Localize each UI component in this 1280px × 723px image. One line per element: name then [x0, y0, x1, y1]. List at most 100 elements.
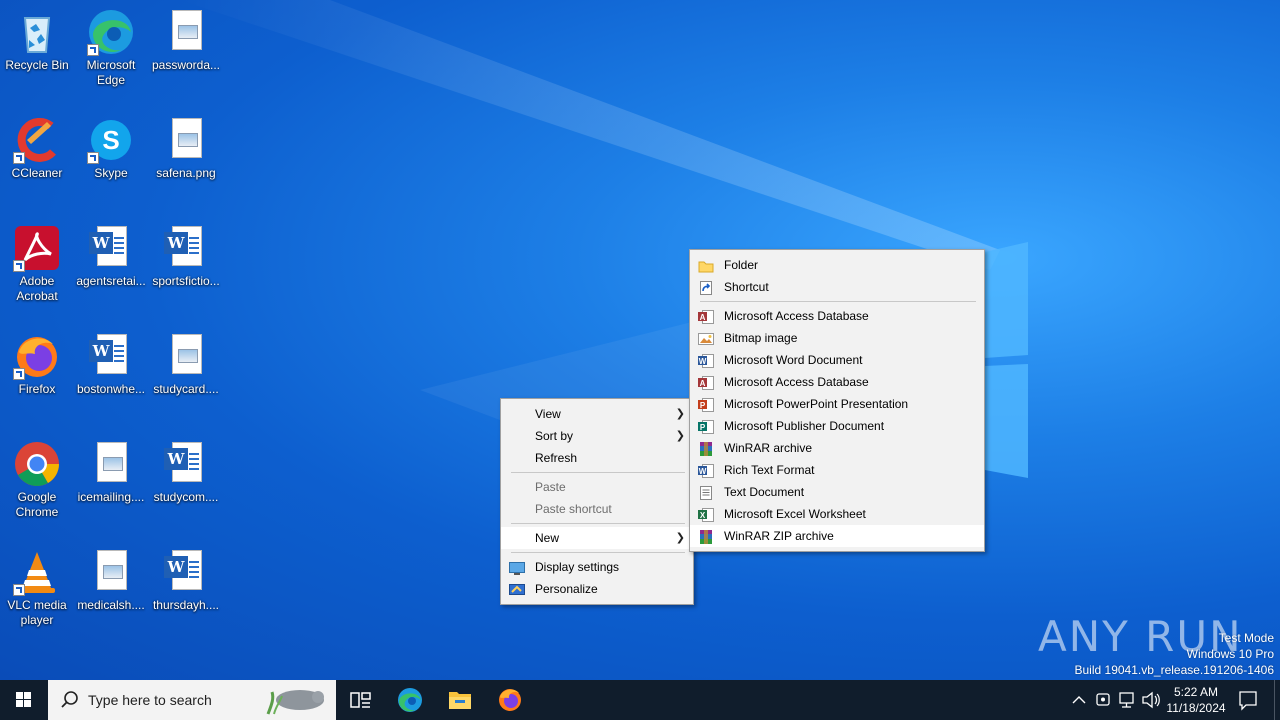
edge-icon [87, 8, 135, 56]
desktop-icon-label: VLC media player [7, 598, 67, 627]
desktop-icon-thursdayh[interactable]: W thursdayh.... [149, 542, 223, 613]
search-highlight-manatee-icon [266, 690, 324, 715]
taskbar-edge-button[interactable] [386, 680, 434, 720]
notifications-icon [1239, 691, 1257, 711]
watermark-build: Build 19041.vb_release.191206-1406 [1074, 663, 1275, 677]
menu-item-label: Paste shortcut [535, 502, 612, 516]
desktop-icon-bostonwhe[interactable]: W bostonwhe... [74, 326, 148, 397]
word-doc-icon: W [87, 224, 135, 272]
menu-item-label: Paste [535, 480, 566, 494]
desktop-icon-label: bostonwhe... [76, 382, 146, 396]
desktop-icon-ccleaner[interactable]: CCleaner [0, 110, 74, 181]
new-submenu: Folder Shortcut A Microsoft Access Datab… [689, 249, 985, 552]
svg-text:P: P [700, 401, 706, 410]
submenu-item-folder[interactable]: Folder [690, 254, 984, 276]
menu-item-label: New [535, 531, 560, 545]
desktop-icon-label: studycom.... [153, 490, 219, 504]
word-doc-icon: W [87, 332, 135, 380]
submenu-item-publisher-document[interactable]: P Microsoft Publisher Document [690, 415, 984, 437]
desktop-icon-firefox[interactable]: Firefox [0, 326, 74, 397]
desktop-icon-label: medicalsh.... [77, 598, 145, 612]
desktop-icon-label: safena.png [156, 166, 216, 180]
desktop-icon-google-chrome[interactable]: Google Chrome [0, 434, 74, 520]
access-icon: A [698, 309, 714, 324]
search-icon [61, 691, 78, 708]
menu-item-view[interactable]: View ❯ [501, 403, 693, 425]
submenu-item-access-database-2[interactable]: A Microsoft Access Database [690, 371, 984, 393]
menu-item-paste-shortcut[interactable]: Paste shortcut [501, 498, 693, 520]
task-view-button[interactable] [336, 680, 384, 720]
submenu-item-shortcut[interactable]: Shortcut [690, 276, 984, 298]
submenu-item-powerpoint-presentation[interactable]: P Microsoft PowerPoint Presentation [690, 393, 984, 415]
tray-network-button[interactable] [1116, 680, 1138, 720]
start-button[interactable] [0, 680, 48, 720]
taskbar-file-explorer-button[interactable] [436, 680, 484, 720]
submenu-item-excel-worksheet[interactable]: X Microsoft Excel Worksheet [690, 503, 984, 525]
taskbar-clock[interactable]: 5:22 AM 11/18/2024 [1164, 680, 1228, 720]
menu-item-new[interactable]: New ❯ [501, 527, 693, 549]
publisher-icon: P [698, 419, 714, 434]
desktop-icon-microsoft-edge[interactable]: Microsoft Edge [74, 2, 148, 88]
desktop-icon-label: icemailing.... [77, 490, 145, 504]
menu-item-label: Display settings [535, 560, 620, 574]
desktop-icon-vlc-media-player[interactable]: VLC media player [0, 542, 74, 628]
desktop-icon-label: Microsoft Edge [86, 58, 136, 87]
access-icon: A [698, 375, 714, 390]
shortcut-arrow-icon [87, 44, 99, 56]
show-desktop-button[interactable] [1274, 680, 1280, 720]
action-center-button[interactable] [1232, 680, 1264, 720]
image-file-icon [162, 116, 210, 164]
submenu-item-winrar-zip-archive[interactable]: WinRAR ZIP archive [690, 525, 984, 547]
desktop-icon-studycom[interactable]: W studycom.... [149, 434, 223, 505]
desktop-icon-safena[interactable]: safena.png [149, 110, 223, 181]
submenu-item-word-document[interactable]: W Microsoft Word Document [690, 349, 984, 371]
submenu-item-bitmap-image[interactable]: Bitmap image [690, 327, 984, 349]
word-icon: W [698, 353, 714, 368]
desktop-icon-agentsretai[interactable]: W agentsretai... [74, 218, 148, 289]
menu-item-display-settings[interactable]: Display settings [501, 556, 693, 578]
clock-date: 11/18/2024 [1166, 701, 1226, 715]
submenu-item-text-document[interactable]: Text Document [690, 481, 984, 503]
desktop-icon-passworda[interactable]: passworda... [149, 2, 223, 73]
submenu-item-rich-text-format[interactable]: W Rich Text Format [690, 459, 984, 481]
submenu-item-access-database[interactable]: A Microsoft Access Database [690, 305, 984, 327]
watermark-test-mode: Test Mode [1218, 631, 1274, 645]
taskbar-search-box[interactable]: Type here to search [48, 680, 336, 720]
menu-item-sort-by[interactable]: Sort by ❯ [501, 425, 693, 447]
vlc-icon [13, 548, 61, 596]
desktop-icon-sportsfictio[interactable]: W sportsfictio... [149, 218, 223, 289]
word-doc-icon: W [162, 548, 210, 596]
menu-item-personalize[interactable]: Personalize [501, 578, 693, 600]
chevron-right-icon: ❯ [675, 408, 685, 420]
desktop-icon-label: Google Chrome [15, 490, 59, 519]
submenu-item-label: Microsoft Word Document [724, 353, 863, 367]
word-doc-icon: W [162, 440, 210, 488]
desktop-icon-adobe-acrobat[interactable]: Adobe Acrobat [0, 218, 74, 304]
menu-item-paste[interactable]: Paste [501, 476, 693, 498]
taskbar-firefox-button[interactable] [486, 680, 534, 720]
svg-text:A: A [700, 379, 706, 388]
submenu-item-label: Microsoft PowerPoint Presentation [724, 397, 909, 411]
desktop-icon-studycard[interactable]: studycard.... [149, 326, 223, 397]
tray-security-button[interactable] [1092, 680, 1114, 720]
chrome-icon [13, 440, 61, 488]
submenu-item-label: Microsoft Access Database [724, 375, 869, 389]
edge-icon [398, 688, 422, 712]
desktop-icon-recycle-bin[interactable]: Recycle Bin [0, 2, 74, 73]
rtf-icon: W [698, 463, 714, 478]
powerpoint-icon: P [698, 397, 714, 412]
desktop[interactable]: Recycle Bin Microsoft Edge passworda... … [0, 0, 1280, 680]
desktop-icon-label: Adobe Acrobat [16, 274, 58, 303]
svg-text:P: P [700, 423, 706, 432]
desktop-icon-medicalsh[interactable]: medicalsh.... [74, 542, 148, 613]
tray-volume-button[interactable] [1140, 680, 1162, 720]
show-hidden-icons-button[interactable] [1068, 680, 1090, 720]
menu-item-refresh[interactable]: Refresh [501, 447, 693, 469]
desktop-icon-icemailing[interactable]: icemailing.... [74, 434, 148, 505]
security-shield-icon [1096, 693, 1110, 706]
shortcut-icon [698, 280, 714, 295]
desktop-icon-skype[interactable]: S Skype [74, 110, 148, 181]
submenu-item-winrar-archive[interactable]: WinRAR archive [690, 437, 984, 459]
desktop-icon-label: Skype [94, 166, 128, 180]
svg-text:S: S [102, 125, 119, 155]
